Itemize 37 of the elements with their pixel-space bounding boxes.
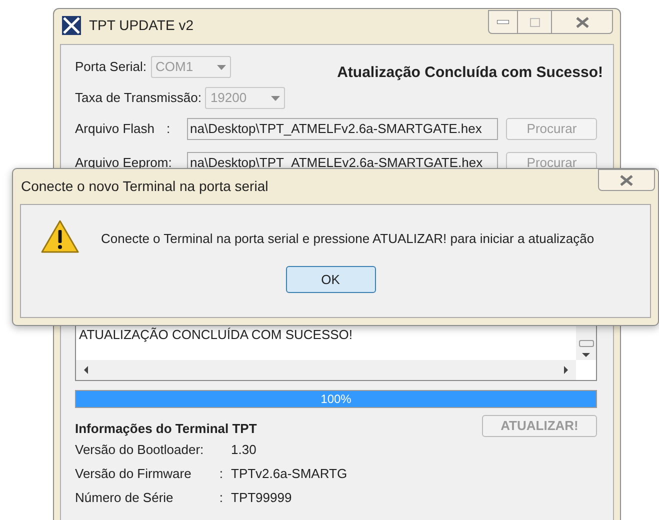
warning-icon [41, 220, 79, 253]
field-label: Porta Serial: [75, 58, 147, 76]
info-separator: : [219, 489, 223, 508]
info-value: TPTv2.6a-SMARTG [231, 465, 348, 484]
ok-button[interactable]: OK [286, 266, 376, 293]
info-value: 1.30 [231, 441, 256, 460]
caret-icon [271, 96, 280, 100]
info-label: Versão do Firmware [75, 465, 192, 484]
close-button[interactable] [551, 10, 613, 34]
dialog-close-button[interactable] [598, 169, 655, 191]
info-separator: : [219, 465, 223, 484]
window-title: TPT UPDATE v2 [89, 16, 194, 34]
app-logo-icon [62, 16, 81, 34]
status-message: Atualização Concluída com Sucesso! [337, 63, 603, 83]
log-line: ATUALIZAÇÃO CONCLUÍDA COM SUCESSO! [79, 326, 354, 344]
field-label: Arquivo Eeprom: [75, 154, 172, 172]
maximize-button[interactable] [518, 10, 551, 34]
info-label: Versão do Bootloader: [75, 441, 204, 460]
maximize-icon [530, 18, 540, 26]
scroll-left-icon [84, 366, 88, 374]
field-label: Arquivo Flash [75, 120, 154, 138]
progress-reading: 100% [320, 391, 352, 407]
scroll-down-icon [582, 353, 590, 357]
info-heading: Informações do Terminal TPT [75, 420, 258, 438]
caret-icon [216, 64, 226, 70]
scroll-right-icon [564, 366, 568, 374]
dialog-message: Conecte o Terminal na porta serial e pressione ATUALIZAR! para iniciar a atualização [101, 230, 594, 248]
info-label: Número de Série [75, 489, 174, 508]
info-value: TPT99999 [231, 489, 292, 508]
field-label: Taxa de Transmissão: [75, 89, 202, 108]
horizontal-scrollbar[interactable] [76, 360, 576, 380]
minimize-icon [497, 20, 509, 24]
close-icon [620, 174, 633, 186]
close-icon [576, 16, 588, 28]
dialog-title: Conecte o novo Terminal na porta serial [21, 177, 268, 196]
field-separator: : [166, 120, 170, 138]
minimize-button[interactable] [488, 10, 518, 34]
